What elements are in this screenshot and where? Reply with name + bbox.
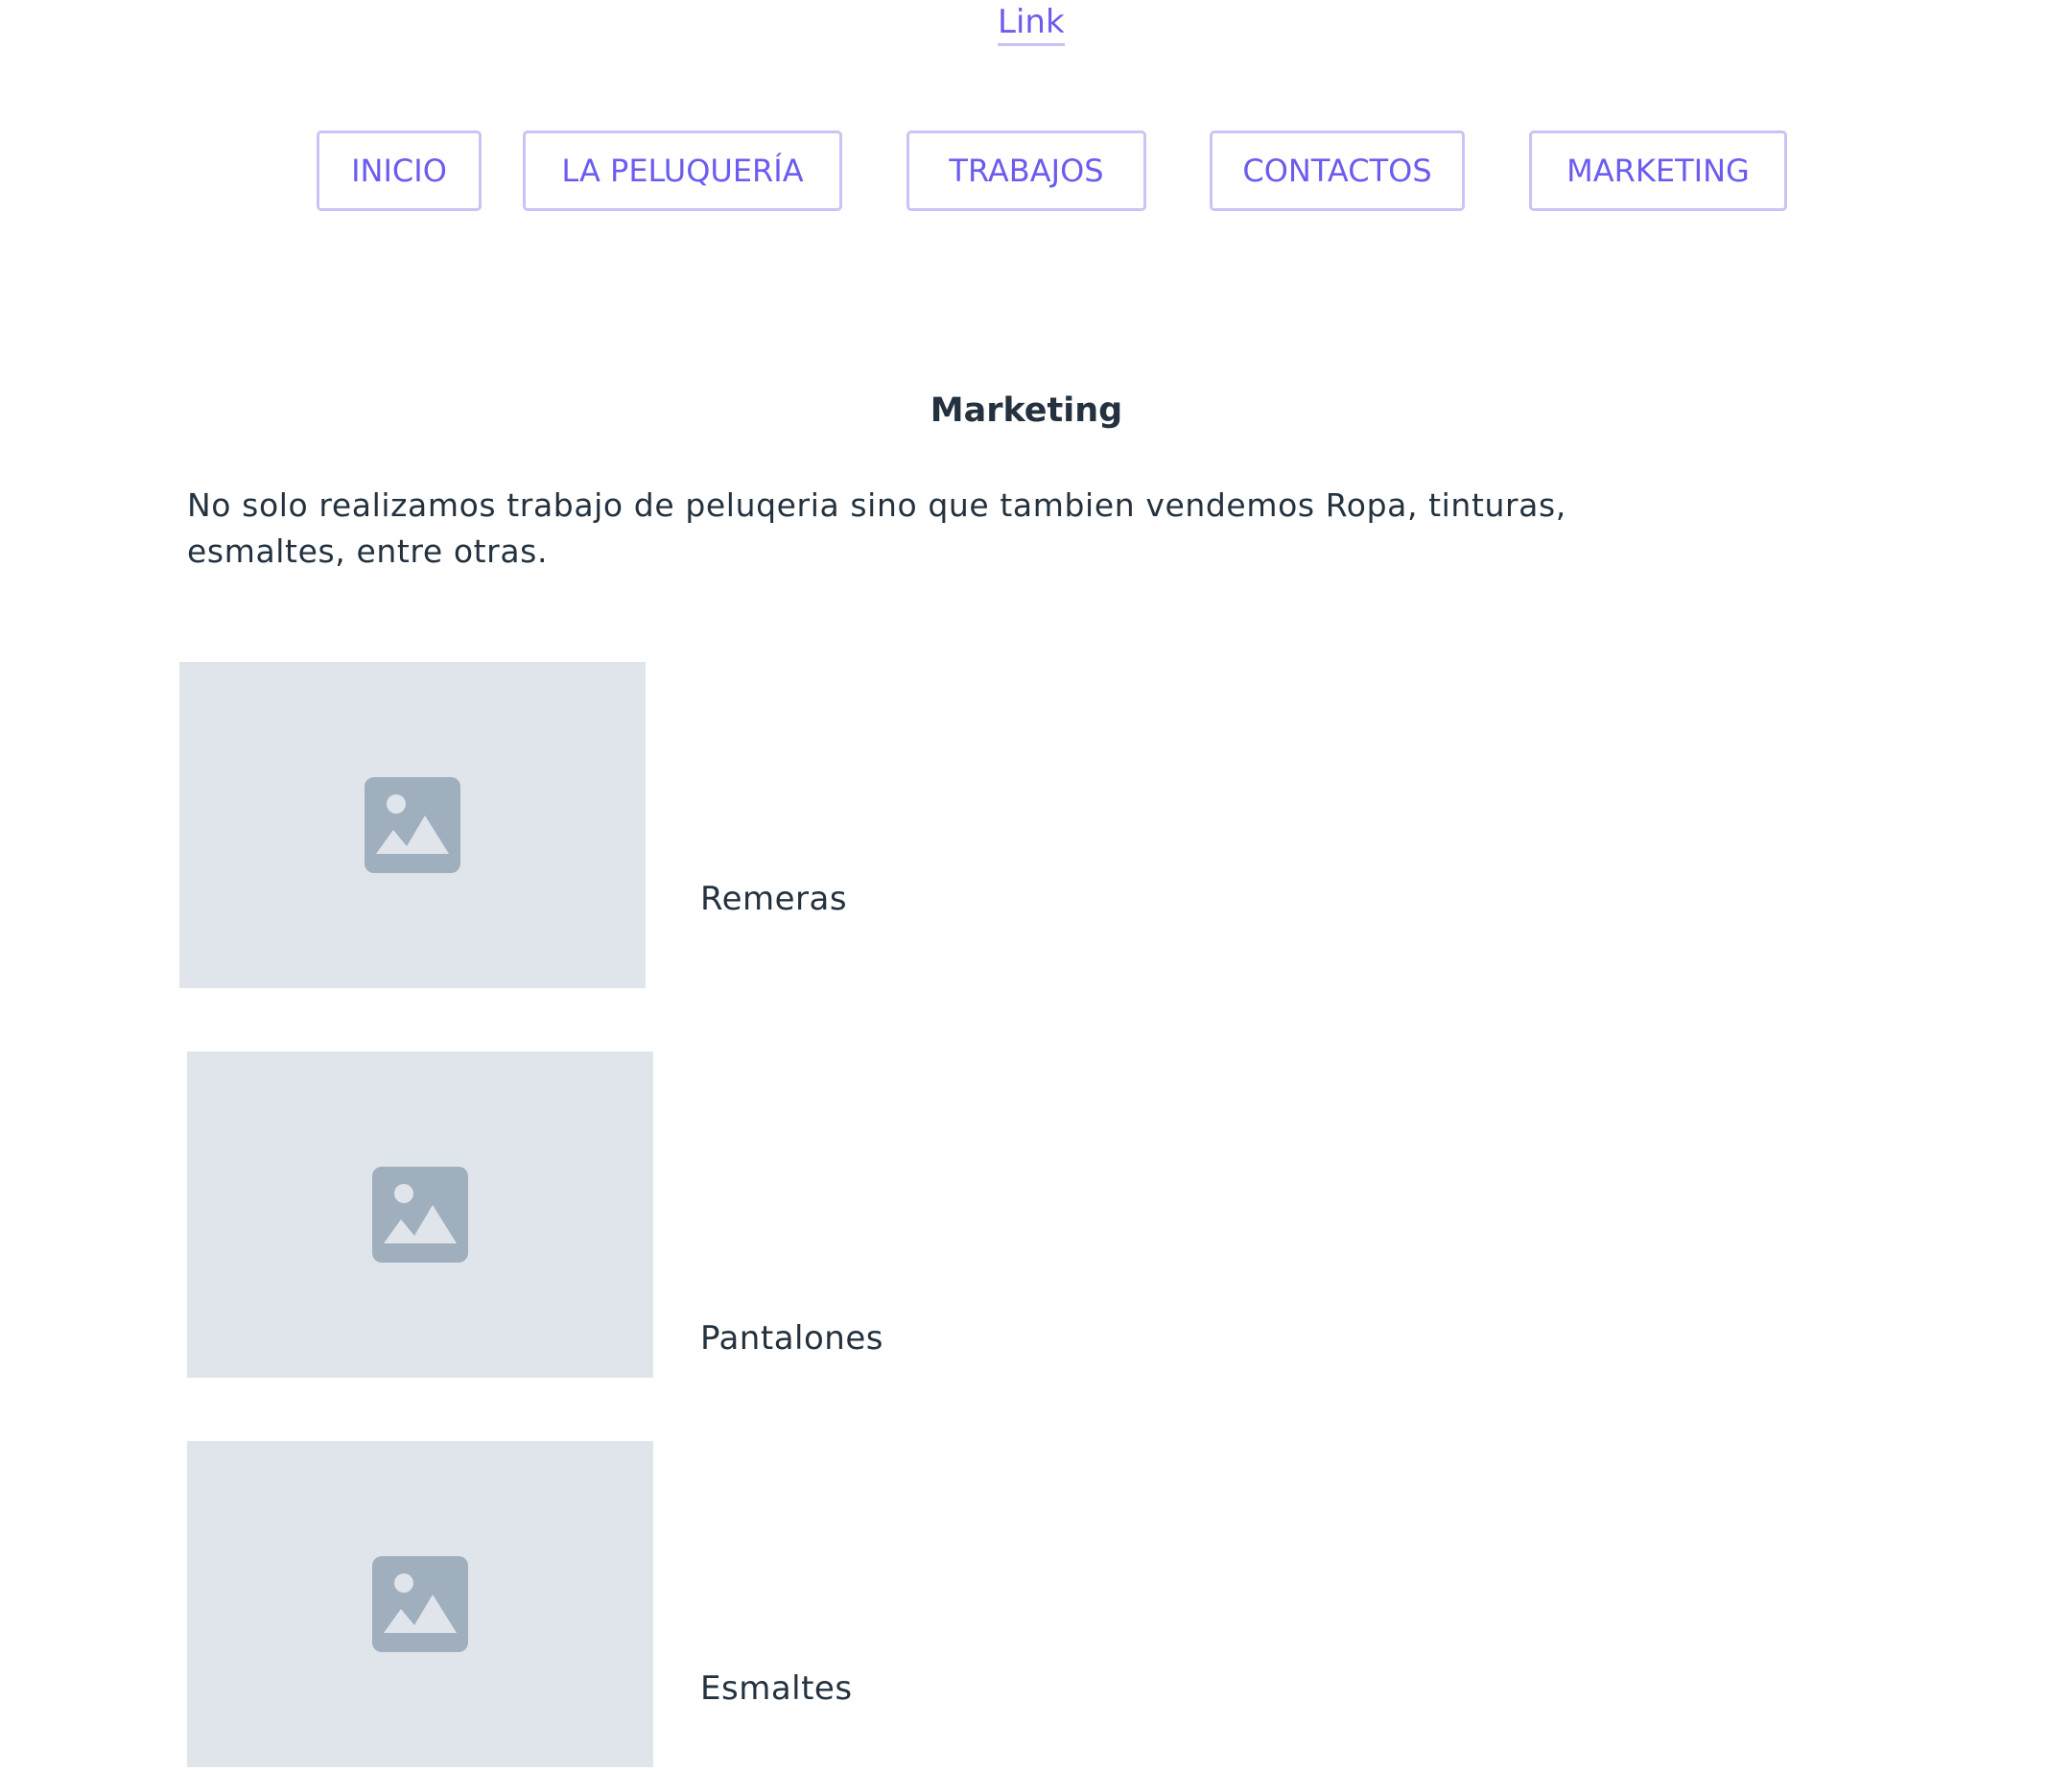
nav-button-marketing[interactable]: MARKETING <box>1529 130 1787 211</box>
top-link[interactable]: Link <box>998 2 1065 46</box>
image-placeholder-icon <box>372 1556 468 1652</box>
nav-button-trabajos[interactable]: TRABAJOS <box>906 130 1146 211</box>
product-image-pantalones <box>187 1052 653 1378</box>
product-label-pantalones: Pantalones <box>700 1319 883 1358</box>
image-placeholder-icon <box>372 1167 468 1263</box>
product-label-remeras: Remeras <box>700 880 848 918</box>
intro-text: No solo realizamos trabajo de peluqeria … <box>187 486 1566 570</box>
page-title: Marketing <box>930 391 1123 430</box>
image-placeholder-icon <box>365 777 460 873</box>
nav-button-contactos[interactable]: CONTACTOS <box>1210 130 1465 211</box>
nav-button-inicio[interactable]: INICIO <box>317 130 482 211</box>
product-image-esmaltes <box>187 1441 653 1767</box>
product-image-remeras <box>179 662 646 988</box>
product-label-esmaltes: Esmaltes <box>700 1669 853 1708</box>
nav-button-la-peluqueria[interactable]: LA PELUQUERÍA <box>523 130 842 211</box>
